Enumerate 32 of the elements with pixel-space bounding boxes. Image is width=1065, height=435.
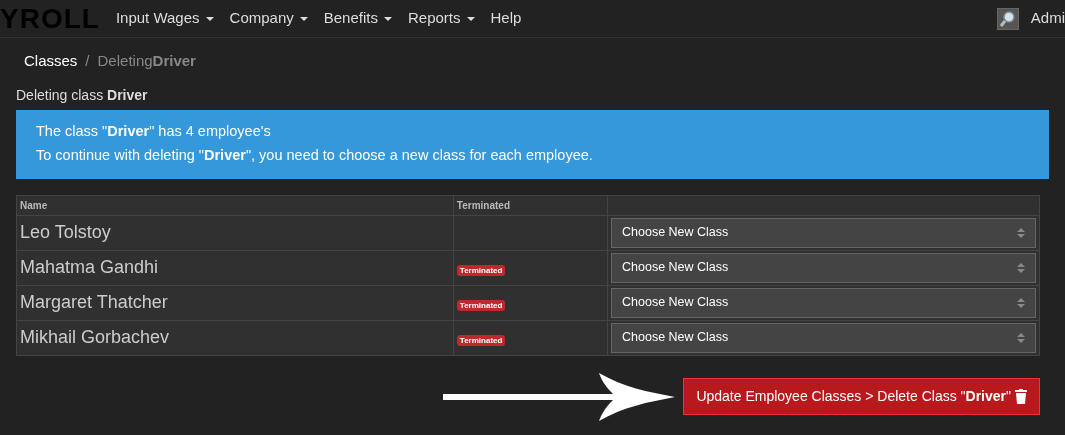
search-icon[interactable] (996, 7, 1019, 30)
employee-name: Leo Tolstoy (16, 215, 454, 250)
column-header: Name (16, 195, 454, 215)
employee-name: Margaret Thatcher (16, 285, 454, 320)
class-select[interactable]: Choose New Class (611, 252, 1036, 283)
class-select[interactable]: Choose New Class (611, 217, 1036, 248)
breadcrumb-current: DeletingDriver (97, 51, 196, 71)
nav-menu[interactable]: Help (482, 7, 530, 30)
class-select[interactable]: Choose New Class (611, 287, 1036, 318)
delete-class-button[interactable]: Update Employee Classes > Delete Class "Driver" (683, 378, 1040, 415)
breadcrumb-link[interactable]: Classes (24, 50, 78, 73)
user-menu[interactable]: Admi (1022, 7, 1065, 30)
nav-menu[interactable]: Benefits (315, 7, 400, 30)
page-heading: Deleting class Driver (16, 85, 149, 105)
sort-arrows-icon (1017, 226, 1025, 239)
nav-menu[interactable]: Reports (399, 7, 483, 30)
employee-name: Mahatma Gandhi (16, 250, 454, 285)
alert-text: To continue with deleting "Driver", you need to choose a new class for each employee. (36, 145, 594, 165)
class-select[interactable]: Choose New Class (611, 322, 1036, 353)
alert-text: The class "Driver" has 4 employee's (36, 121, 272, 141)
sort-arrows-icon (1017, 296, 1025, 309)
terminated-badge: Terminated (456, 299, 506, 311)
column-header: Terminated (453, 195, 608, 215)
terminated-badge: Terminated (456, 334, 506, 346)
nav-menu[interactable]: Input Wages (107, 7, 222, 30)
sort-arrows-icon (1017, 261, 1025, 274)
breadcrumb-separator: / (84, 51, 91, 71)
trash-icon (1015, 389, 1027, 404)
nav-menu[interactable]: Company (221, 7, 316, 30)
terminated-badge: Terminated (456, 264, 506, 276)
sort-arrows-icon (1017, 331, 1025, 344)
employee-name: Mikhail Gorbachev (16, 320, 454, 355)
